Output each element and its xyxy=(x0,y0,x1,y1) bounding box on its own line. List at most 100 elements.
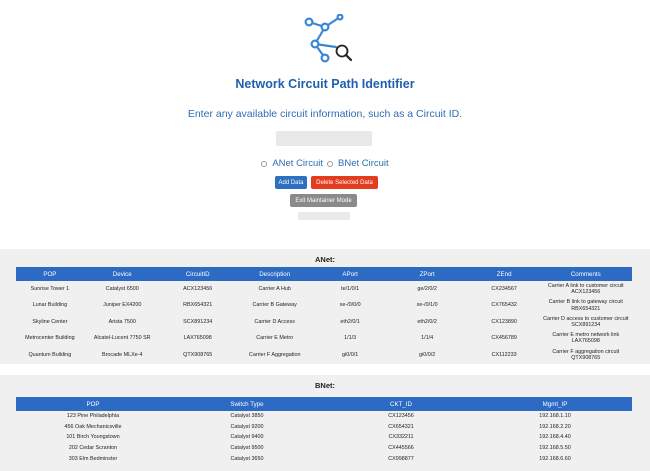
bnet-table-cell: Catalyst 3850 xyxy=(230,413,264,420)
anet-table-cell: Brocade MLXe-4 xyxy=(102,351,143,358)
anet-table-cell: QTX908765 xyxy=(183,351,213,358)
bnet-circuit-radio[interactable]: BNet Circuit xyxy=(327,158,389,169)
delete-selected-data-button[interactable]: Delete Selected Data xyxy=(311,176,378,189)
exit-maintainer-mode-button[interactable]: Exit Maintainer Mode xyxy=(290,194,357,207)
anet-table-row[interactable]: Sunrise Tower 1 Catalyst 6500 ACX123456 Car… xyxy=(16,281,632,297)
anet-table-cell: ge/2/0/2 xyxy=(417,286,437,293)
circuit-type-selector: ANet Circuit BNet Circuit xyxy=(0,158,650,169)
page-title: Network Circuit Path Identifier xyxy=(235,77,415,91)
bnet-table-row[interactable]: 456 Oak Mechanicsville Catalyst 9200 CX654… xyxy=(16,422,632,433)
add-data-button[interactable]: Add Data xyxy=(275,176,307,189)
bnet-table-row[interactable]: 202 Cedar Scranton Catalyst 9500 CX445566 1… xyxy=(16,443,632,454)
bnet-table-cell: 456 Oak Mechanicsville xyxy=(64,423,122,430)
bnet-table-cell: 192.168.1.10 xyxy=(539,413,571,420)
anet-section-title: ANet: xyxy=(315,255,335,264)
anet-table-header: POP Device CircuitID Description APort ZPort Z… xyxy=(16,267,632,281)
anet-column-header[interactable]: ZEnd xyxy=(468,267,540,281)
anet-table-row[interactable]: Lunar Building Juniper EX4200 RBX654321 Car… xyxy=(16,297,632,313)
anet-table-cell: RBX654321 xyxy=(183,302,213,309)
radio-dot-icon xyxy=(261,160,268,167)
bnet-table-cell: CX123456 xyxy=(388,413,414,420)
anet-column-header[interactable]: POP xyxy=(16,267,84,281)
anet-table-cell: Alcatel-Lucent 7750 SR xyxy=(93,335,151,342)
anet-table-cell: Carrier D Access xyxy=(254,318,295,325)
anet-table-cell: Metrocenter Building xyxy=(25,335,75,342)
bnet-table-cell: CX998877 xyxy=(388,455,414,462)
bnet-table-cell: 303 Elm Bedminster xyxy=(68,455,118,462)
bnet-table-cell: 192.168.4.40 xyxy=(539,434,571,441)
anet-column-header[interactable]: ZPort xyxy=(385,267,469,281)
bnet-table-cell: Catalyst 3650 xyxy=(230,455,264,462)
anet-table-cell: Sunrise Tower 1 xyxy=(30,286,70,293)
anet-table-row[interactable]: Metrocenter Building Alcatel-Lucent 7750 … xyxy=(16,330,632,346)
page-subtitle: Enter any available circuit information,… xyxy=(187,108,463,120)
anet-table-cell: SCX891234 xyxy=(183,318,213,325)
anet-table-cell: 1/1/4 xyxy=(421,335,434,342)
bnet-table-row[interactable]: 123 Pine Philadelphia Catalyst 3850 CX1234… xyxy=(16,411,632,422)
anet-table-cell: Lunar Building xyxy=(32,302,68,309)
anet-table-row[interactable]: Quantum Building Brocade MLXe-4 QTX908765 C… xyxy=(16,347,632,363)
anet-circuit-label: ANet Circuit xyxy=(272,158,323,169)
bnet-table-cell: 123 Pine Philadelphia xyxy=(66,413,120,420)
bnet-column-header[interactable]: POP xyxy=(16,397,170,411)
anet-table-cell: CX456789 xyxy=(491,335,517,342)
anet-table-cell: 1/1/3 xyxy=(344,335,357,342)
bnet-table-cell: 192.168.2.20 xyxy=(539,423,571,430)
anet-table-cell: Carrier F Aggregation xyxy=(248,351,301,358)
bnet-table-cell: Catalyst 9400 xyxy=(230,434,264,441)
bnet-section-title: BNet: xyxy=(315,381,335,390)
bnet-column-header[interactable]: CKT_ID xyxy=(324,397,478,411)
bnet-table-cell: CX654321 xyxy=(388,423,414,430)
bnet-column-header[interactable]: Mgmt_IP xyxy=(478,397,632,411)
anet-table-cell: Carrier E metro network link LAX765098 xyxy=(552,332,620,345)
bnet-table: POP Switch Type CKT_ID Mgmt_IP 123 Pine Phi… xyxy=(16,397,632,464)
bnet-table-row[interactable]: 303 Elm Bedminster Catalyst 3650 CX998877 1… xyxy=(16,453,632,464)
anet-column-header[interactable]: Description xyxy=(234,267,315,281)
anet-table-cell: Catalyst 6500 xyxy=(105,286,139,293)
anet-table-cell: Skyline Center xyxy=(32,318,68,325)
bnet-column-header[interactable]: Switch Type xyxy=(170,397,324,411)
anet-table-row[interactable]: Skyline Center Arista 7500 SCX891234 Carrie… xyxy=(16,314,632,330)
anet-table-cell: Carrier D access to customer circuit SCX… xyxy=(543,315,629,328)
circuit-search-input[interactable] xyxy=(276,131,372,146)
anet-table-cell: Carrier F aggregation circuit QTX908765 xyxy=(552,348,620,361)
anet-table-cell: eth2/0/1 xyxy=(340,318,360,325)
anet-table-cell: gi0/0/2 xyxy=(419,351,436,358)
anet-table-cell: xe-/0/0/0 xyxy=(339,302,361,309)
bnet-table-cell: CX445566 xyxy=(388,444,414,451)
anet-table-cell: gi0/0/1 xyxy=(342,351,359,358)
network-logo-icon xyxy=(304,14,353,63)
anet-circuit-radio[interactable]: ANet Circuit xyxy=(261,158,323,169)
anet-table-cell: CX234567 xyxy=(491,286,517,293)
bnet-table-cell: CX332211 xyxy=(388,434,414,441)
anet-column-header[interactable]: APort xyxy=(314,267,386,281)
anet-table-cell: Carrier B Gateway xyxy=(252,302,297,309)
bnet-table-header: POP Switch Type CKT_ID Mgmt_IP xyxy=(16,397,632,411)
bnet-table-cell: Catalyst 9500 xyxy=(230,444,264,451)
bnet-table-cell: Catalyst 9200 xyxy=(230,423,264,430)
bnet-section: BNet: POP Switch Type CKT_ID Mgmt_IP 123 Pi… xyxy=(0,375,650,471)
bnet-table-cell: 101 Birch Youngstown xyxy=(66,434,120,441)
anet-table-cell: te/1/0/1 xyxy=(341,286,360,293)
bnet-table-cell: 192.168.5.50 xyxy=(539,444,571,451)
anet-table-cell: Arista 7500 xyxy=(108,318,136,325)
anet-table-cell: CX123890 xyxy=(491,318,517,325)
anet-column-header[interactable]: CircuitID xyxy=(160,267,235,281)
anet-table-cell: Juniper EX4200 xyxy=(103,302,142,309)
anet-table-cell: eth2/0/2 xyxy=(417,318,437,325)
anet-column-header[interactable]: Device xyxy=(83,267,161,281)
hidden-action-button[interactable] xyxy=(298,212,350,220)
bnet-table-cell: 202 Cedar Scranton xyxy=(68,444,118,451)
anet-table-cell: ACX123456 xyxy=(183,286,213,293)
anet-column-header[interactable]: Comments xyxy=(539,267,632,281)
anet-section: ANet: POP Device CircuitID Description APort… xyxy=(0,249,650,364)
bnet-table-row[interactable]: 101 Birch Youngstown Catalyst 9400 CX33221… xyxy=(16,432,632,443)
anet-table-cell: xe-/0/1/0 xyxy=(416,302,438,309)
radio-dot-icon xyxy=(327,160,333,167)
anet-table-cell: Carrier B link to gateway circuit RBX654… xyxy=(548,299,623,312)
anet-table-cell: Quantum Building xyxy=(28,351,72,358)
anet-table: POP Device CircuitID Description APort ZPort Z… xyxy=(16,267,632,363)
anet-table-cell: CX112233 xyxy=(491,351,517,358)
anet-table-cell: Carrier A Hub xyxy=(258,286,291,293)
anet-table-cell: LAX765098 xyxy=(183,335,212,342)
